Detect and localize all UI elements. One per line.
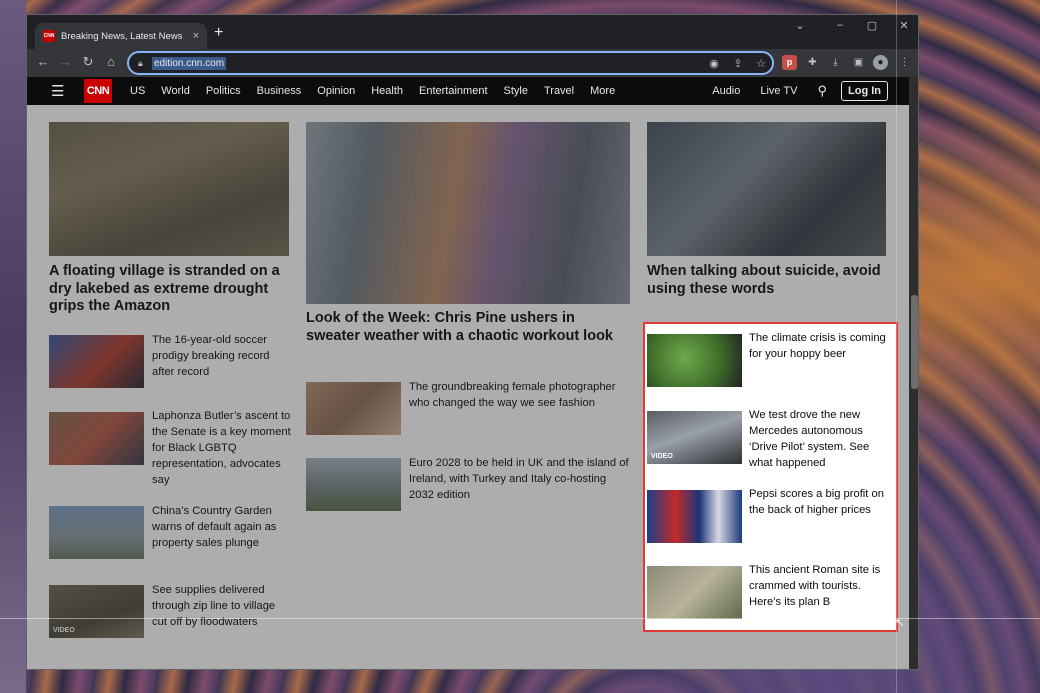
nav-us[interactable]: US — [130, 85, 145, 97]
guide-line-vertical — [896, 0, 897, 693]
story-thumbnail[interactable] — [49, 412, 144, 465]
reload-icon[interactable]: ↻ — [80, 55, 96, 69]
video-badge: VIDEO — [53, 627, 75, 634]
lead-headline-right[interactable]: When talking about suicide, avoid using … — [647, 263, 887, 298]
desktop-wallpaper — [0, 0, 26, 693]
search-icon[interactable]: ⚲ — [817, 83, 827, 99]
login-button[interactable]: Log In — [841, 81, 888, 101]
tab-strip: CNN Breaking News, Latest News and × + ⌄… — [27, 15, 918, 49]
pocket-extension-icon[interactable]: p — [782, 55, 797, 70]
story-link[interactable]: The 16-year-old soccer prodigy breaking … — [152, 332, 292, 380]
nav-opinion[interactable]: Opinion — [317, 85, 355, 97]
drought-village-image[interactable] — [49, 122, 289, 256]
story-thumbnail[interactable]: VIDEO — [647, 411, 742, 464]
mouse-cursor-icon: ↖ — [895, 617, 905, 629]
story-thumbnail[interactable] — [306, 382, 401, 435]
suicide-story-image[interactable] — [647, 122, 886, 256]
nav-politics[interactable]: Politics — [206, 85, 241, 97]
lead-headline-middle[interactable]: Look of the Week: Chris Pine ushers in s… — [306, 310, 616, 345]
story-link[interactable]: This ancient Roman site is crammed with … — [749, 562, 893, 610]
nav-travel[interactable]: Travel — [544, 85, 574, 97]
scrollbar-thumb[interactable] — [911, 295, 918, 389]
story-link[interactable]: The climate crisis is coming for your ho… — [749, 330, 893, 362]
chris-pine-image[interactable] — [306, 122, 630, 304]
nav-world[interactable]: World — [161, 85, 190, 97]
nav-audio[interactable]: Audio — [712, 85, 740, 97]
vertical-scrollbar[interactable] — [909, 77, 918, 669]
story-thumbnail[interactable] — [49, 506, 144, 559]
address-bar[interactable]: 🔒︎ edition.cnn.com ◉ ⇪ ☆ — [127, 51, 774, 75]
page-viewport: ☰ CNN US World Politics Business Opinion… — [27, 77, 909, 669]
cnn-favicon: CNN — [43, 30, 55, 42]
home-icon[interactable]: ⌂ — [103, 55, 119, 69]
story-link[interactable]: Pepsi scores a big profit on the back of… — [749, 486, 893, 518]
story-thumbnail[interactable]: VIDEO — [49, 585, 144, 638]
bookmark-star-icon[interactable]: ☆ — [754, 57, 768, 70]
profile-avatar-icon[interactable]: ● — [873, 55, 888, 70]
browser-toolbar: ← → ↻ ⌂ 🔒︎ edition.cnn.com ◉ ⇪ ☆ p ✚ ⤓ ▣… — [27, 49, 918, 77]
side-panel-icon[interactable]: ▣ — [851, 55, 866, 70]
url-text[interactable]: edition.cnn.com — [152, 56, 227, 70]
story-thumbnail[interactable] — [647, 490, 742, 543]
browser-tab[interactable]: CNN Breaking News, Latest News and × — [35, 23, 207, 49]
nav-business[interactable]: Business — [257, 85, 302, 97]
hamburger-menu-icon[interactable]: ☰ — [51, 82, 69, 100]
download-icon[interactable]: ⤓ — [828, 55, 843, 70]
puzzle-extensions-icon[interactable]: ✚ — [805, 55, 820, 70]
nav-more[interactable]: More — [590, 85, 615, 97]
tab-search-icon[interactable]: ⌄ — [787, 19, 813, 32]
tab-title: Breaking News, Latest News and — [61, 30, 183, 42]
story-link[interactable]: Euro 2028 to be held in UK and the islan… — [409, 455, 629, 503]
story-link[interactable]: Laphonza Butler’s ascent to the Senate i… — [152, 408, 292, 488]
video-badge: VIDEO — [651, 453, 673, 460]
minimize-button[interactable]: – — [827, 19, 853, 31]
story-thumbnail[interactable] — [306, 458, 401, 511]
back-icon[interactable]: ← — [35, 55, 51, 69]
close-window-button[interactable]: ✕ — [891, 19, 917, 32]
browser-window: CNN Breaking News, Latest News and × + ⌄… — [26, 14, 919, 670]
tab-close-icon[interactable]: × — [193, 30, 199, 42]
story-link[interactable]: See supplies delivered through zip line … — [152, 582, 292, 630]
guide-line-horizontal — [0, 618, 1040, 619]
cnn-header: ☰ CNN US World Politics Business Opinion… — [27, 77, 909, 105]
header-actions: Audio Live TV ⚲ Log In — [712, 77, 909, 105]
story-thumbnail[interactable] — [49, 335, 144, 388]
new-tab-button[interactable]: + — [214, 25, 223, 41]
nav-health[interactable]: Health — [371, 85, 403, 97]
nav-entertainment[interactable]: Entertainment — [419, 85, 487, 97]
lock-icon[interactable]: 🔒︎ — [138, 58, 148, 69]
nav-live-tv[interactable]: Live TV — [760, 85, 797, 97]
story-thumbnail[interactable] — [647, 334, 742, 387]
google-lens-icon[interactable]: ◉ — [707, 57, 721, 70]
kebab-menu-icon[interactable]: ⋮ — [897, 55, 912, 70]
story-link[interactable]: We test drove the new Mercedes autonomou… — [749, 407, 893, 471]
section-nav: US World Politics Business Opinion Healt… — [130, 85, 631, 97]
highlighted-story-list: The climate crisis is coming for your ho… — [643, 322, 898, 632]
share-icon[interactable]: ⇪ — [731, 57, 745, 70]
page-content: A floating village is stranded on a dry … — [27, 105, 909, 669]
cnn-logo[interactable]: CNN — [84, 79, 112, 103]
forward-icon[interactable]: → — [57, 55, 73, 69]
lead-headline-left[interactable]: A floating village is stranded on a dry … — [49, 263, 294, 316]
maximize-button[interactable]: ▢ — [859, 19, 885, 32]
story-thumbnail[interactable] — [647, 566, 742, 619]
story-link[interactable]: China’s Country Garden warns of default … — [152, 503, 292, 551]
nav-style[interactable]: Style — [504, 85, 528, 97]
story-link[interactable]: The groundbreaking female photographer w… — [409, 379, 624, 411]
